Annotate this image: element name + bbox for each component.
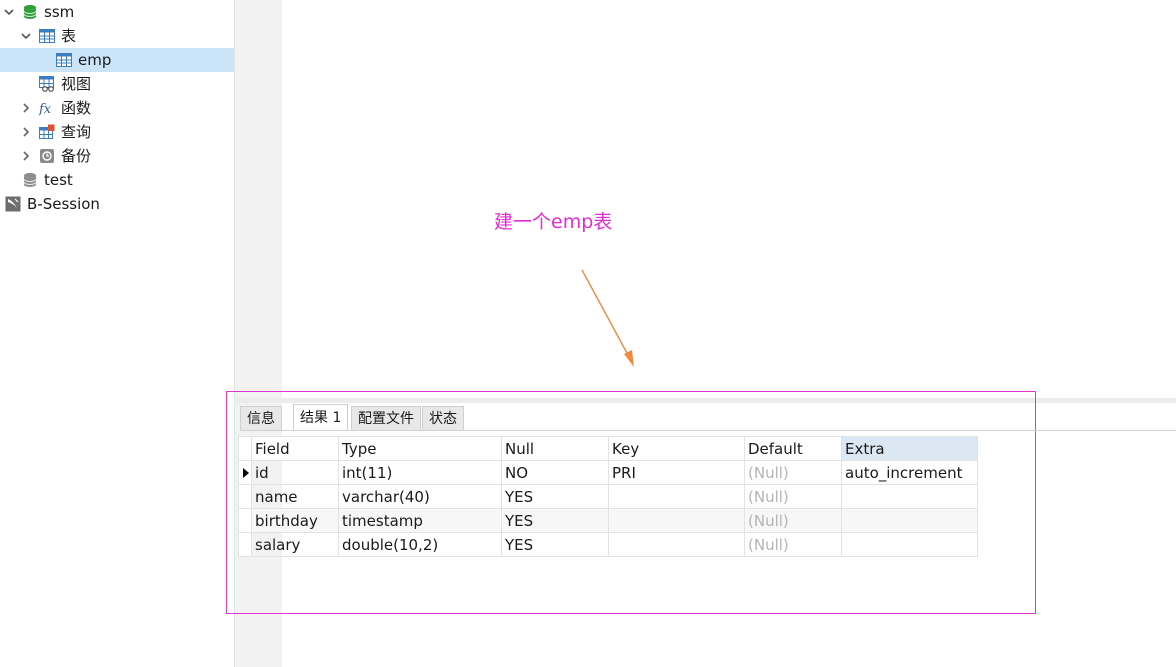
table-row[interactable]: id int(11) NO PRI (Null) auto_increment	[238, 460, 978, 485]
tree-node-b-session[interactable]: B-Session	[0, 192, 234, 216]
database-icon	[22, 4, 38, 20]
cell-key[interactable]	[608, 484, 745, 509]
cell-extra[interactable]	[841, 532, 978, 557]
cell-key[interactable]	[608, 532, 745, 557]
tree-node-queries[interactable]: 查询	[0, 120, 234, 144]
table-icon	[39, 28, 55, 44]
table-row[interactable]: salary double(10,2) YES (Null)	[238, 532, 978, 557]
tree-node-functions[interactable]: fx 函数	[0, 96, 234, 120]
cell-null[interactable]: YES	[501, 508, 609, 533]
query-icon	[39, 124, 55, 140]
cell-null[interactable]: YES	[501, 484, 609, 509]
tab-result-1[interactable]: 结果 1	[293, 404, 349, 431]
tree-node-ssm[interactable]: ssm	[0, 0, 234, 24]
cell-field[interactable]: birthday	[251, 508, 339, 533]
column-header-field[interactable]: Field	[251, 436, 339, 461]
tree-node-test[interactable]: test	[0, 168, 234, 192]
cell-extra[interactable]: auto_increment	[841, 460, 978, 485]
annotation-arrow	[581, 269, 634, 367]
tab-baseline	[240, 430, 1176, 431]
tree-node-label: 函数	[61, 99, 92, 117]
cell-field[interactable]: id	[251, 460, 339, 485]
chevron-down-icon[interactable]	[3, 6, 15, 18]
column-header-extra[interactable]: Extra	[841, 436, 978, 461]
cell-default[interactable]: (Null)	[744, 484, 842, 509]
tree-node-label: 表	[61, 27, 77, 45]
cell-type[interactable]: double(10,2)	[338, 532, 502, 557]
chevron-right-icon[interactable]	[20, 150, 32, 162]
row-indicator[interactable]	[238, 532, 252, 557]
table-row[interactable]: name varchar(40) YES (Null)	[238, 484, 978, 509]
tree-node-label: 视图	[61, 75, 92, 93]
header-row: Field Type Null Key Default Extra	[238, 436, 978, 461]
cell-type[interactable]: int(11)	[338, 460, 502, 485]
cell-default[interactable]: (Null)	[744, 532, 842, 557]
tree-node-label: ssm	[44, 3, 75, 21]
column-header-type[interactable]: Type	[338, 436, 502, 461]
row-indicator[interactable]	[238, 484, 252, 509]
cell-null[interactable]: NO	[501, 460, 609, 485]
row-indicator[interactable]	[238, 460, 252, 485]
result-grid: Field Type Null Key Default Extra id int…	[238, 436, 978, 557]
tree-node-backups[interactable]: 备份	[0, 144, 234, 168]
cell-type[interactable]: timestamp	[338, 508, 502, 533]
view-icon	[39, 76, 55, 92]
tab-profile[interactable]: 配置文件	[351, 406, 421, 430]
column-header-default[interactable]: Default	[744, 436, 842, 461]
tree-node-label: emp	[78, 51, 112, 69]
tree-node-label: 备份	[61, 147, 92, 165]
query-editor-area[interactable]	[282, 0, 1176, 400]
current-row-icon	[243, 468, 249, 478]
table-icon	[56, 52, 72, 68]
database-icon	[22, 172, 38, 188]
chevron-down-icon[interactable]	[20, 30, 32, 42]
tree-node-label: test	[44, 171, 73, 189]
cell-default[interactable]: (Null)	[744, 508, 842, 533]
cell-null[interactable]: YES	[501, 532, 609, 557]
cell-type[interactable]: varchar(40)	[338, 484, 502, 509]
tree-node-label: 查询	[61, 123, 92, 141]
cell-field[interactable]: name	[251, 484, 339, 509]
svg-text:fx: fx	[39, 102, 52, 116]
column-header-null[interactable]: Null	[501, 436, 609, 461]
chevron-right-icon[interactable]	[20, 102, 32, 114]
function-icon: fx	[39, 100, 55, 116]
tree-node-emp[interactable]: emp	[0, 48, 234, 72]
row-indicator-header	[238, 436, 252, 461]
table-row[interactable]: birthday timestamp YES (Null)	[238, 508, 978, 533]
cell-default[interactable]: (Null)	[744, 460, 842, 485]
annotation-text: 建一个emp表	[494, 211, 613, 233]
row-indicator[interactable]	[238, 508, 252, 533]
cell-extra[interactable]	[841, 484, 978, 509]
cell-field[interactable]: salary	[251, 532, 339, 557]
connection-icon	[5, 196, 21, 212]
tree-node-label: B-Session	[27, 195, 100, 213]
cell-key[interactable]: PRI	[608, 460, 745, 485]
cell-key[interactable]	[608, 508, 745, 533]
tree-node-tables[interactable]: 表	[0, 24, 234, 48]
tree-node-views[interactable]: 视图	[0, 72, 234, 96]
backup-icon	[39, 148, 55, 164]
column-header-key[interactable]: Key	[608, 436, 745, 461]
cell-extra[interactable]	[841, 508, 978, 533]
tab-status[interactable]: 状态	[422, 406, 464, 430]
tab-info[interactable]: 信息	[240, 406, 282, 430]
navigation-tree: ssm 表 emp 视图 fx 函数 查询 备份 test B-Session	[0, 0, 234, 667]
chevron-right-icon[interactable]	[20, 126, 32, 138]
